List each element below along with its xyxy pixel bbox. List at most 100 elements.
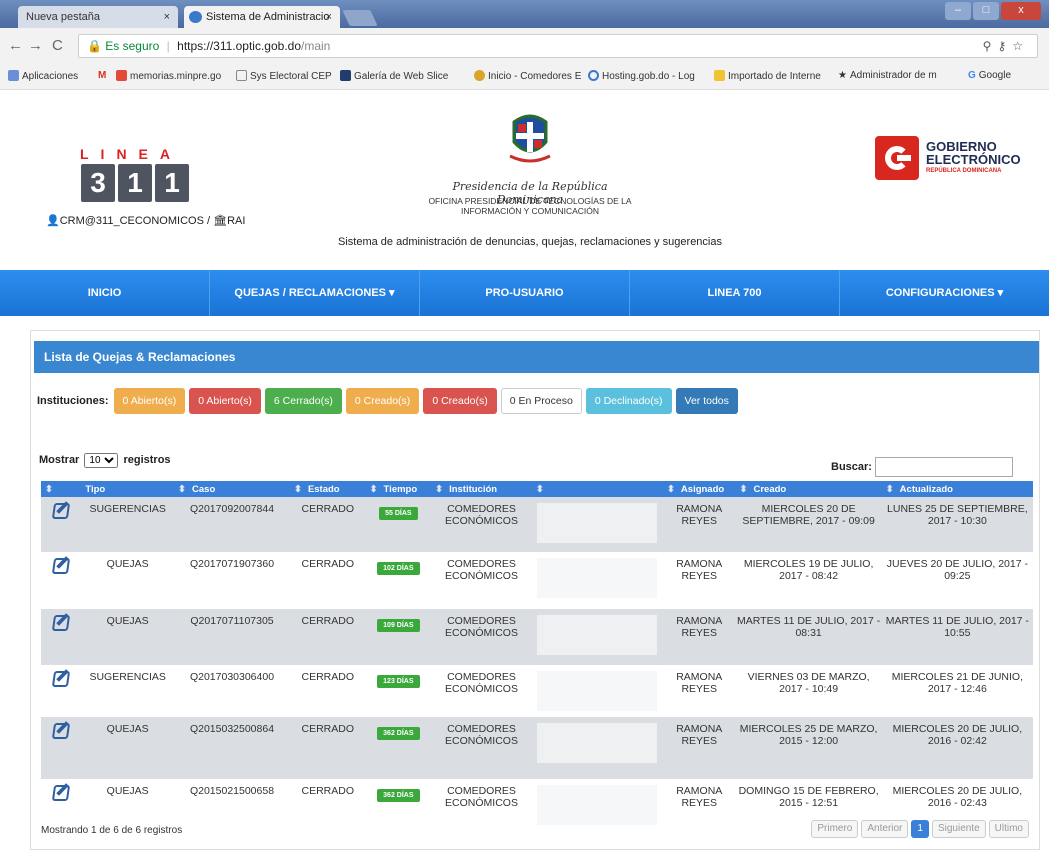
edit-icon[interactable] <box>52 671 71 687</box>
minimize-button[interactable]: – <box>945 2 971 20</box>
bookmark-administrador[interactable]: ★ Administrador de m <box>838 70 937 81</box>
bookmark-sys-electoral[interactable]: Sys Electoral CEP <box>236 70 332 82</box>
cell-tiempo: 362 DÍAS <box>365 717 432 779</box>
column-label: Asignado <box>680 483 725 495</box>
url-path: /main <box>301 39 331 53</box>
bookmark-apps[interactable]: Aplicaciones <box>8 70 78 82</box>
column-label: Tipo <box>85 483 106 495</box>
star-icon: ★ <box>838 70 847 81</box>
search-input[interactable] <box>875 457 1014 477</box>
window-controls: – □ x <box>945 2 1041 20</box>
row-edit-cell <box>41 552 82 609</box>
filter-ver-todos[interactable]: Ver todos <box>675 388 738 414</box>
table-row: SUGERENCIAS Q2017030306400 CERRADO 123 D… <box>41 665 1033 717</box>
cell-tipo: QUEJAS <box>81 717 175 779</box>
col-blank[interactable]: ⬍ <box>531 481 663 497</box>
sort-icon: ⬍ <box>535 483 544 495</box>
nav-inicio[interactable]: INICIO <box>0 270 210 316</box>
column-label: Actualizado <box>899 483 953 495</box>
tiempo-badge: 123 DÍAS <box>377 675 420 688</box>
filter-creado-danger[interactable]: 0 Creado(s) <box>423 388 497 414</box>
gob-subtitle: REPÚBLICA DOMINICANA <box>926 168 1002 174</box>
url-field[interactable]: 🔒 Es seguro | https://311.optic.gob.do/m… <box>78 34 1038 58</box>
filter-declinado[interactable]: 0 Declinado(s) <box>585 388 672 414</box>
linea-logo-letters: LINEA <box>80 146 182 162</box>
bookmark-hosting[interactable]: Hosting.gob.do - Log <box>588 70 695 82</box>
filter-en-proceso[interactable]: 0 En Proceso <box>500 388 582 414</box>
records-label: registros <box>123 454 171 466</box>
tab-new[interactable]: Nueva pestaña × <box>18 6 178 28</box>
bookmark-importado[interactable]: Importado de Interne <box>714 70 821 82</box>
cell-caso: Q2017071107305 <box>174 609 290 665</box>
secure-label: Es seguro <box>105 39 160 53</box>
bookmark-comedores[interactable]: Inicio - Comedores E <box>474 70 581 82</box>
logo-digit: 3 <box>81 164 115 202</box>
col-estado[interactable]: ⬍ Estado <box>289 481 366 497</box>
close-tab-icon[interactable]: × <box>326 6 332 28</box>
star-icon[interactable]: ☆ <box>1012 39 1029 53</box>
zoom-icon[interactable]: ⚲ <box>983 39 998 53</box>
filter-abierto-danger[interactable]: 0 Abierto(s) <box>189 388 261 414</box>
col-caso[interactable]: ⬍ Caso <box>174 481 290 497</box>
bookmark-memorias[interactable]: memorias.minpre.go <box>116 70 221 82</box>
bookmark-google[interactable]: G Google <box>968 70 1011 81</box>
page-length-select[interactable]: 10 <box>84 453 119 468</box>
pager-previous[interactable]: Anterior <box>861 820 909 838</box>
bookmark-label: Aplicaciones <box>22 71 79 82</box>
col-tiempo[interactable]: ⬍ Tiempo <box>365 481 432 497</box>
cell-caso: Q2017092007844 <box>174 497 290 552</box>
user-icon: 👤 <box>46 215 60 227</box>
nav-configuraciones[interactable]: CONFIGURACIONES ▾ <box>840 270 1049 316</box>
bookmark-label: Administrador de m <box>849 70 937 81</box>
col-creado[interactable]: ⬍ Creado <box>735 481 882 497</box>
sort-icon: ⬍ <box>45 483 53 495</box>
pager-page-1[interactable]: 1 <box>911 820 929 838</box>
tab-sistema[interactable]: Sistema de Administracio × <box>184 6 340 28</box>
close-tab-icon[interactable]: × <box>164 6 170 28</box>
folder-icon <box>714 70 725 81</box>
edit-icon[interactable] <box>52 785 71 801</box>
cell-tiempo: 109 DÍAS <box>365 609 432 665</box>
filter-creado-warning[interactable]: 0 Creado(s) <box>345 388 420 414</box>
back-icon[interactable]: ← <box>8 37 23 54</box>
panel-title: Lista de Quejas & Reclamaciones <box>34 341 1039 373</box>
new-tab-button[interactable] <box>342 10 378 26</box>
row-edit-cell <box>41 609 82 665</box>
column-label: Caso <box>192 483 216 495</box>
cell-actualizado: LUNES 25 DE SEPTIEMBRE, 2017 - 10:30 <box>881 497 1033 552</box>
web-slice-icon <box>340 70 351 81</box>
edit-icon[interactable] <box>52 558 71 574</box>
edit-icon[interactable] <box>52 723 71 739</box>
nav-linea-700[interactable]: LINEA 700 <box>630 270 840 316</box>
maximize-button[interactable]: □ <box>973 2 999 20</box>
google-icon: G <box>968 70 976 81</box>
key-icon[interactable]: ⚷ <box>997 39 1012 53</box>
col-tipo[interactable]: Tipo <box>81 481 175 497</box>
col-asignado[interactable]: ⬍ Asignado <box>662 481 736 497</box>
cell-tiempo: 123 DÍAS <box>365 665 432 717</box>
pager-first[interactable]: Primero <box>811 820 859 838</box>
edit-icon[interactable] <box>52 615 71 631</box>
nav-quejas-reclamaciones[interactable]: QUEJAS / RECLAMACIONES ▾ <box>210 270 420 316</box>
bookmark-gmail[interactable]: M <box>98 70 106 81</box>
pager-next[interactable]: Siguiente <box>931 820 986 838</box>
col-institucion[interactable]: ⬍ Institución <box>431 481 532 497</box>
nav-pro-usuario[interactable]: PRO-USUARIO <box>420 270 630 316</box>
pager-last[interactable]: Ultimo <box>988 820 1029 838</box>
cell-asignado: RAMONA REYES <box>662 609 736 665</box>
bookmark-web-slice[interactable]: Galería de Web Slice <box>340 70 448 82</box>
bookmark-label: Inicio - Comedores E <box>488 71 582 82</box>
user-info: 👤CRM@311_CECONOMICOS / 🏛RAI <box>46 214 245 227</box>
edit-icon[interactable] <box>52 503 71 519</box>
col-actualizado[interactable]: ⬍ Actualizado <box>881 481 1033 497</box>
cell-caso: Q2015032500864 <box>174 717 290 779</box>
forward-icon[interactable]: → <box>28 37 43 54</box>
site-favicon-icon <box>189 11 202 23</box>
reload-icon[interactable]: C <box>52 37 63 54</box>
filter-cerrado[interactable]: 6 Cerrado(s) <box>264 388 342 414</box>
close-window-button[interactable]: x <box>1001 2 1041 20</box>
filter-abierto-warning[interactable]: 0 Abierto(s) <box>113 388 186 414</box>
gobierno-electronico-text: GOBIERNO ELECTRÓNICO <box>926 140 1021 166</box>
col-action[interactable]: ⬍ <box>41 481 82 497</box>
redacted-area <box>537 671 658 711</box>
